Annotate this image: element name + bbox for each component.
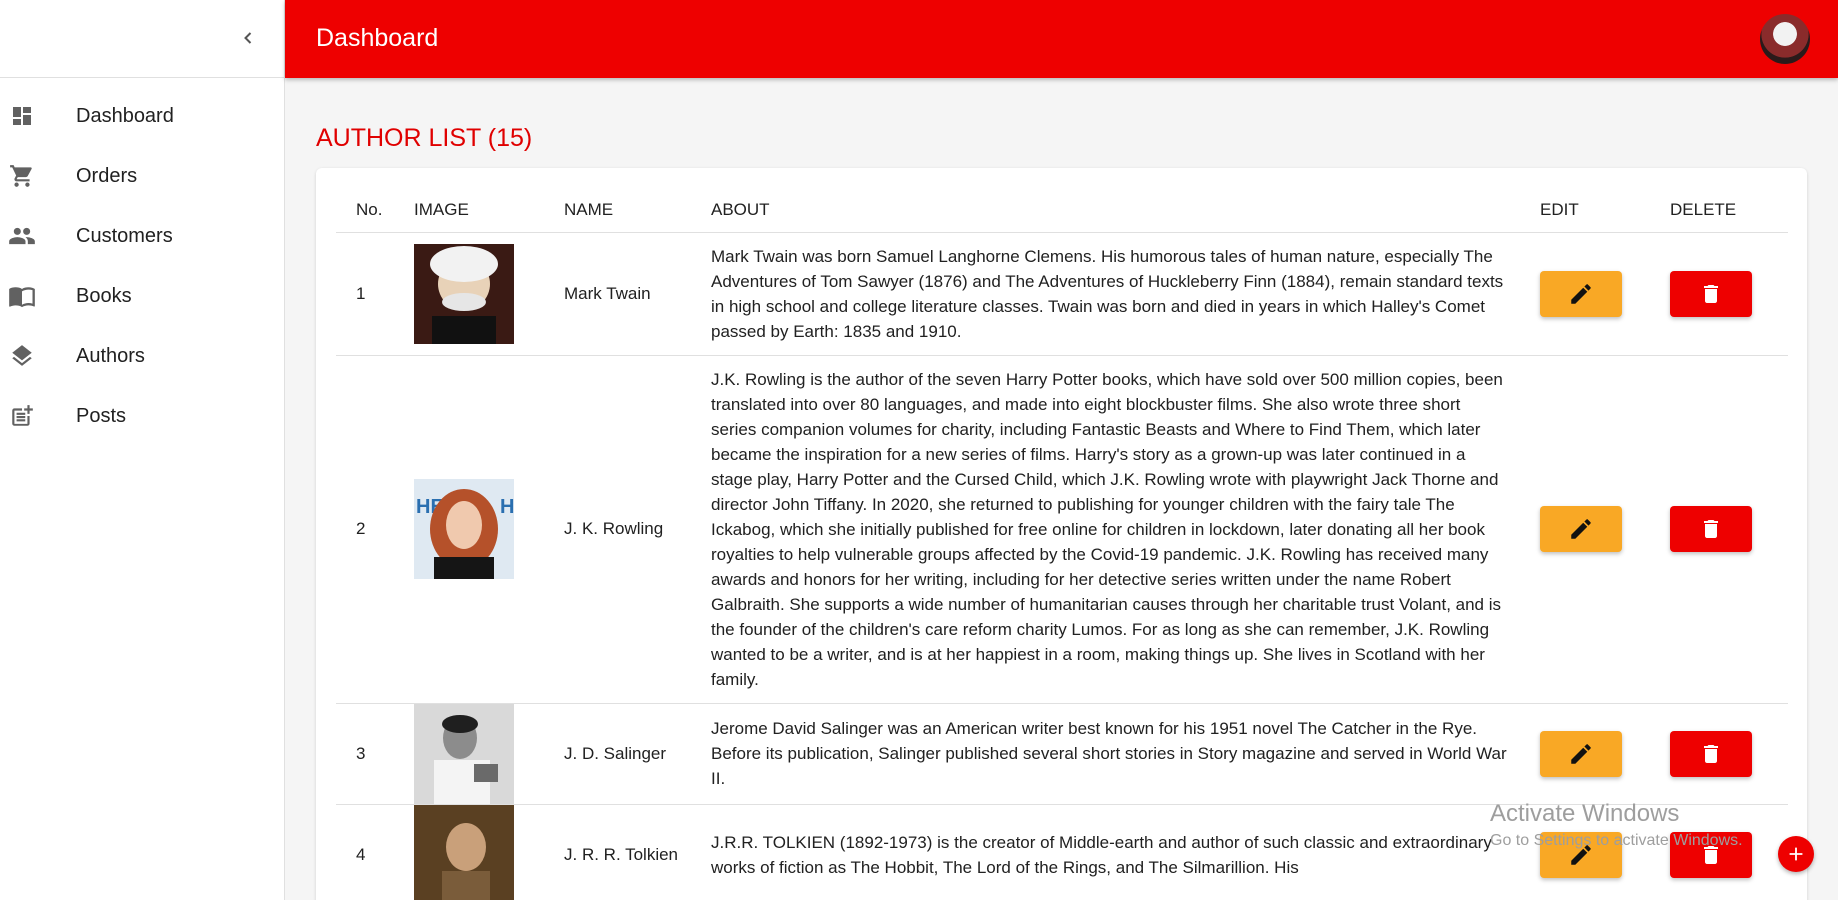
cell-image: [414, 232, 564, 356]
trash-icon: [1704, 520, 1718, 538]
author-table-card: No. IMAGE NAME ABOUT EDIT DELETE 1 Mark …: [316, 168, 1807, 900]
author-photo: [414, 703, 514, 804]
cell-edit: [1540, 232, 1670, 356]
pencil-icon: [1571, 283, 1591, 304]
svg-text:H: H: [500, 496, 514, 518]
sidebar-item-label: Posts: [76, 404, 127, 427]
sidebar-item-dashboard[interactable]: Dashboard: [0, 86, 284, 146]
cell-no: 1: [336, 232, 414, 356]
sidebar-item-label: Orders: [76, 164, 138, 187]
trash-icon: [1704, 744, 1718, 763]
cell-image: HE H: [414, 355, 564, 704]
author-photo: HE H: [414, 479, 514, 579]
app-bar: Dashboard: [285, 0, 1838, 78]
edit-button[interactable]: [1540, 506, 1622, 552]
cell-about: J.K. Rowling is the author of the seven …: [711, 355, 1540, 704]
cell-about: Mark Twain was born Samuel Langhorne Cle…: [711, 232, 1540, 356]
author-table: No. IMAGE NAME ABOUT EDIT DELETE 1 Mark …: [336, 168, 1788, 900]
cell-image: [414, 703, 564, 805]
pencil-icon: [1571, 743, 1591, 764]
sidebar-item-label: Authors: [76, 344, 145, 367]
cart-icon: [8, 162, 36, 190]
avatar[interactable]: [1760, 14, 1810, 64]
header-about: ABOUT: [711, 168, 1540, 233]
cell-edit: [1540, 703, 1670, 805]
header-image: IMAGE: [414, 168, 564, 233]
dashboard-icon: [8, 102, 36, 130]
header-no: No.: [336, 168, 414, 233]
author-photo: [414, 804, 514, 900]
header-delete: DELETE: [1670, 168, 1788, 233]
cell-name: J. D. Salinger: [564, 703, 711, 805]
layers-icon: [8, 342, 36, 370]
cell-image: [414, 804, 564, 900]
table-header-row: No. IMAGE NAME ABOUT EDIT DELETE: [336, 168, 1788, 233]
cell-delete: [1670, 703, 1788, 805]
table-row: 2 HE H J. K. Rowling J.K. Rowling is the…: [336, 355, 1788, 704]
sidebar-item-customers[interactable]: Customers: [0, 206, 284, 266]
cell-name: J. K. Rowling: [564, 355, 711, 704]
people-icon: [8, 222, 36, 250]
header-name: NAME: [564, 168, 711, 233]
edit-button[interactable]: [1540, 270, 1622, 317]
cell-name: Mark Twain: [564, 232, 711, 356]
author-photo: [414, 243, 514, 344]
cell-delete: [1670, 355, 1788, 704]
sidebar-header: [0, 0, 284, 78]
watermark-subtitle: Go to Settings to activate Windows.: [1490, 832, 1743, 849]
header-edit: EDIT: [1540, 168, 1670, 233]
table-row: 1 Mark Twain Mark Twain was born Samuel …: [336, 232, 1788, 356]
sidebar-item-posts[interactable]: Posts: [0, 386, 284, 446]
watermark-title: Activate Windows: [1490, 800, 1680, 827]
cell-delete: [1670, 232, 1788, 356]
sidebar-nav: Dashboard Orders Customers Books Authors: [0, 78, 284, 446]
plus-icon: [1789, 847, 1803, 861]
cell-no: 3: [336, 703, 414, 805]
activation-watermark: Activate Windows Go to Settings to activ…: [1490, 800, 1743, 850]
sidebar-item-orders[interactable]: Orders: [0, 146, 284, 206]
sidebar-item-label: Dashboard: [76, 104, 174, 127]
cell-edit: [1540, 355, 1670, 704]
table-row: 3 J. D. Salinger Jerome David Salinger w…: [336, 703, 1788, 805]
chevron-left-icon[interactable]: [236, 26, 260, 50]
page-title: AUTHOR LIST (15): [316, 124, 533, 152]
post-add-icon: [8, 402, 36, 430]
cell-no: 2: [336, 355, 414, 704]
sidebar-item-authors[interactable]: Authors: [0, 326, 284, 386]
book-icon: [8, 282, 36, 310]
page-header-title: Dashboard: [316, 24, 439, 52]
cell-about: Jerome David Salinger was an American wr…: [711, 703, 1540, 805]
sidebar-item-books[interactable]: Books: [0, 266, 284, 326]
delete-button[interactable]: [1670, 506, 1752, 552]
delete-button[interactable]: [1670, 730, 1752, 777]
pencil-icon: [1571, 519, 1591, 539]
sidebar-item-label: Books: [76, 284, 132, 307]
cell-no: 4: [336, 804, 414, 900]
delete-button[interactable]: [1670, 270, 1752, 317]
add-author-button[interactable]: [1778, 836, 1814, 872]
cell-name: J. R. R. Tolkien: [564, 804, 711, 900]
sidebar-item-label: Customers: [76, 224, 173, 247]
sidebar: Dashboard Orders Customers Books Authors: [0, 0, 285, 900]
cell-about: J.R.R. TOLKIEN (1892-1973) is the creato…: [711, 804, 1540, 900]
trash-icon: [1704, 284, 1718, 303]
edit-button[interactable]: [1540, 730, 1622, 777]
